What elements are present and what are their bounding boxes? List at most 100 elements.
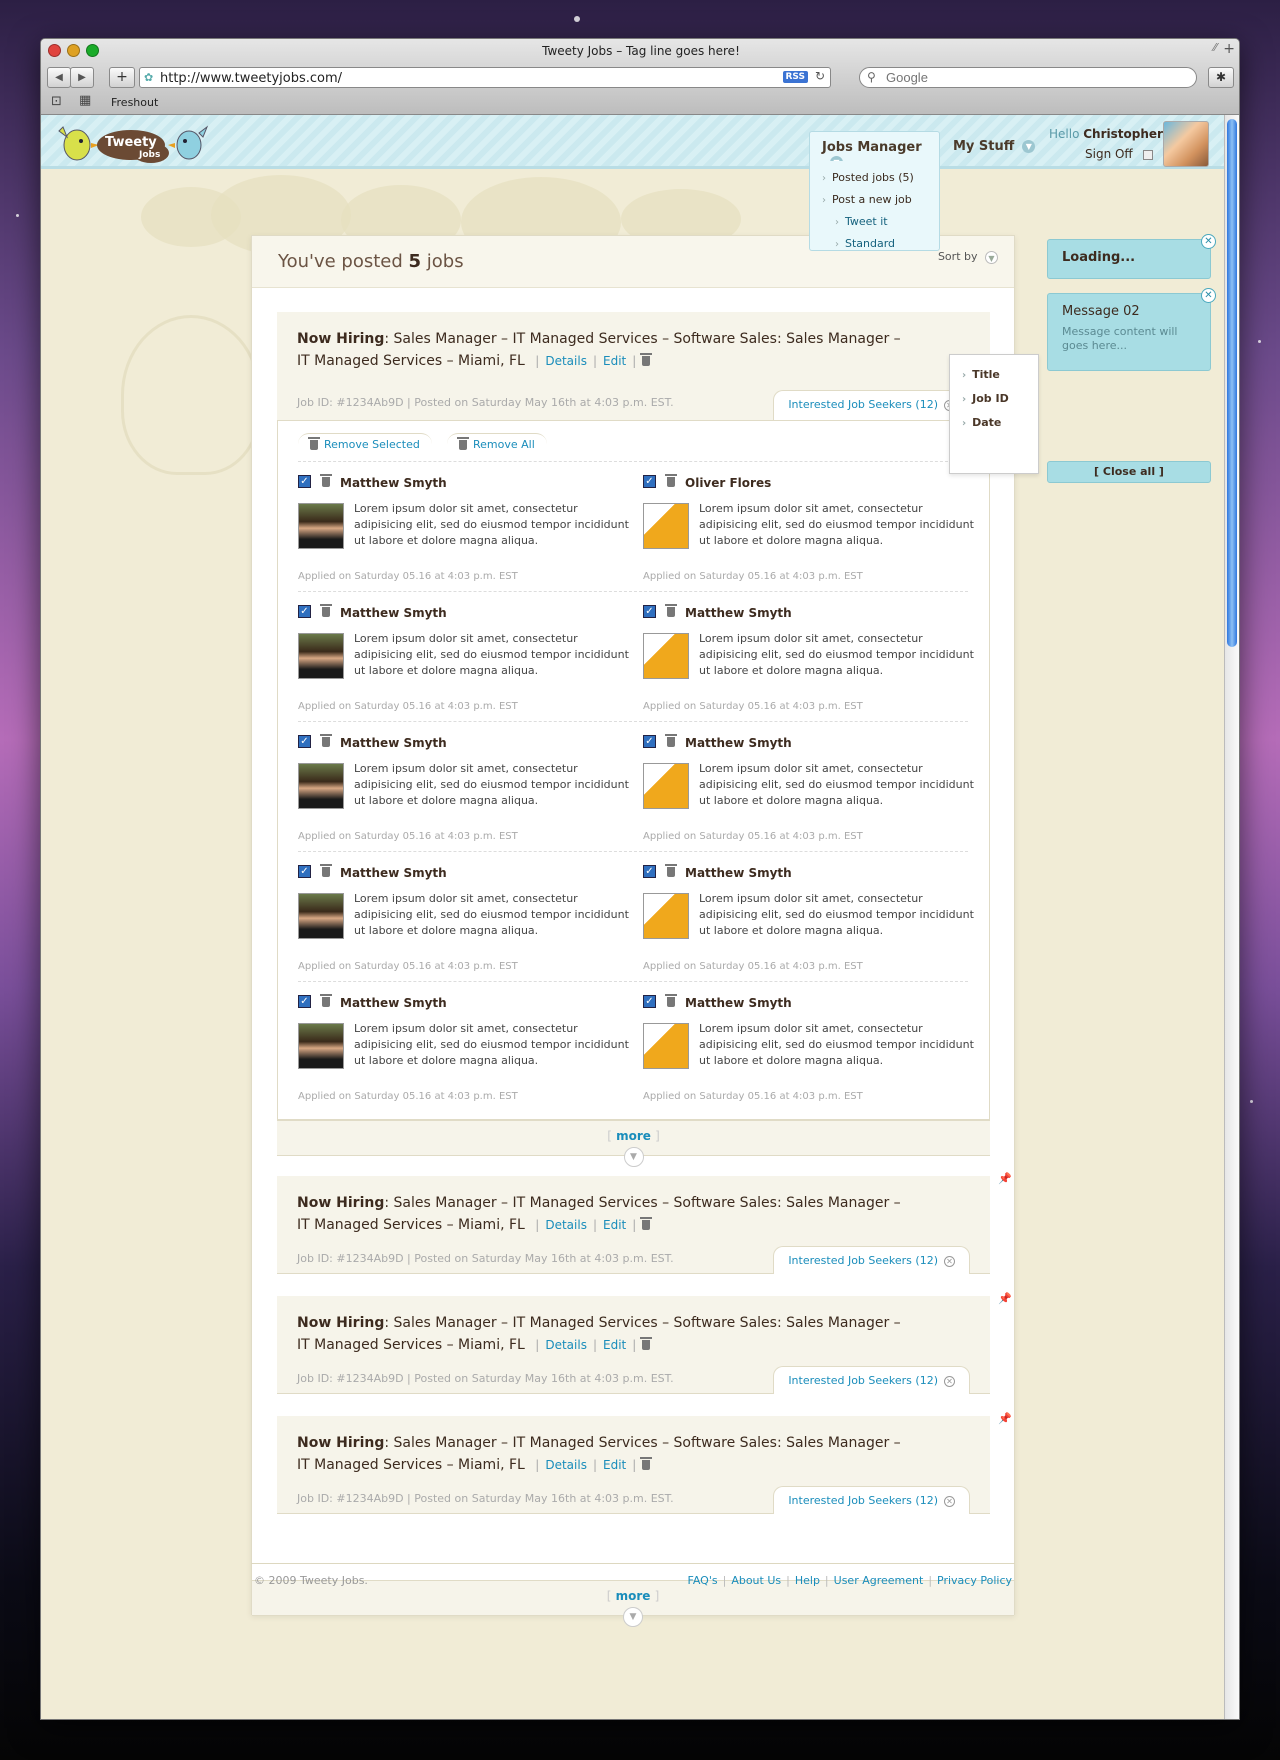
google-search-field[interactable]: ⚲ xyxy=(859,67,1197,88)
forward-button[interactable]: ▶ xyxy=(70,67,94,88)
footer-link-user-agreement[interactable]: User Agreement xyxy=(834,1574,924,1587)
chevron-down-icon[interactable]: ▼ xyxy=(623,1147,644,1167)
tweety-jobs-logo[interactable]: Tweety Jobs xyxy=(49,119,219,165)
seeker-name[interactable]: Matthew Smyth xyxy=(340,736,447,750)
select-checkbox[interactable]: ✓ xyxy=(643,865,656,878)
sign-off-link[interactable]: Sign Off xyxy=(1085,147,1153,161)
interested-seekers-tab[interactable]: Interested Job Seekers (12)✕ xyxy=(773,1486,970,1514)
seeker-avatar[interactable] xyxy=(298,633,344,679)
details-link[interactable]: Details xyxy=(545,1218,587,1232)
sort-by-control[interactable]: Sort by ▼ xyxy=(938,250,998,264)
footer-link-privacy[interactable]: Privacy Policy xyxy=(937,1574,1012,1587)
seeker-name[interactable]: Matthew Smyth xyxy=(340,866,447,880)
trash-icon[interactable] xyxy=(665,864,677,877)
seeker-avatar[interactable] xyxy=(643,503,689,549)
footer-link-faq[interactable]: FAQ's xyxy=(688,1574,718,1587)
select-checkbox[interactable]: ✓ xyxy=(643,995,656,1008)
trash-icon[interactable] xyxy=(640,353,653,366)
seeker-name[interactable]: Matthew Smyth xyxy=(340,476,447,490)
seeker-name[interactable]: Matthew Smyth xyxy=(340,606,447,620)
seeker-name[interactable]: Matthew Smyth xyxy=(340,996,447,1010)
select-checkbox[interactable]: ✓ xyxy=(643,605,656,618)
seeker-name[interactable]: Matthew Smyth xyxy=(685,606,792,620)
details-link[interactable]: Details xyxy=(545,1458,587,1472)
interested-seekers-tab[interactable]: Interested Job Seekers (12)✕ xyxy=(773,1246,970,1274)
scrollbar-thumb[interactable] xyxy=(1227,119,1237,647)
address-bar[interactable]: ✿ http://www.tweetyjobs.com/ RSS ↻ xyxy=(139,67,831,88)
trash-icon[interactable] xyxy=(320,604,332,617)
trash-icon[interactable] xyxy=(665,994,677,1007)
seeker-avatar[interactable] xyxy=(643,763,689,809)
seeker-avatar[interactable] xyxy=(298,1023,344,1069)
pin-icon[interactable]: 📌 xyxy=(998,1412,1012,1425)
user-avatar[interactable] xyxy=(1163,121,1209,167)
remove-all-button[interactable]: Remove All xyxy=(447,433,547,455)
remove-selected-button[interactable]: Remove Selected xyxy=(298,433,432,455)
select-checkbox[interactable]: ✓ xyxy=(643,735,656,748)
search-input[interactable] xyxy=(886,70,1176,85)
back-button[interactable]: ◀ xyxy=(47,67,71,88)
menu-item-posted-jobs[interactable]: › Posted jobs (5) xyxy=(822,167,939,189)
nav-my-stuff[interactable]: My Stuff ▼ xyxy=(941,131,1047,161)
trash-icon[interactable] xyxy=(320,994,332,1007)
seeker-name[interactable]: Matthew Smyth xyxy=(685,996,792,1010)
book-icon[interactable]: ⊡ xyxy=(51,94,62,109)
menu-item-post-new-job[interactable]: › Post a new job xyxy=(822,189,939,211)
sort-option-date[interactable]: › Date xyxy=(962,411,1038,435)
seeker-avatar[interactable] xyxy=(298,893,344,939)
seeker-name[interactable]: Matthew Smyth xyxy=(685,736,792,750)
seeker-avatar[interactable] xyxy=(298,763,344,809)
select-checkbox[interactable]: ✓ xyxy=(298,735,311,748)
close-notification-icon[interactable]: ✕ xyxy=(1201,288,1216,303)
details-link[interactable]: Details xyxy=(545,1338,587,1352)
trash-icon[interactable] xyxy=(640,1457,653,1470)
more-seekers-bar[interactable]: [ more ] ▼ xyxy=(277,1120,990,1167)
rss-button[interactable]: RSS xyxy=(782,71,808,83)
edit-link[interactable]: Edit xyxy=(603,354,626,368)
select-checkbox[interactable]: ✓ xyxy=(298,475,311,488)
grid-icon[interactable]: ▦ xyxy=(79,93,91,108)
add-bookmark-button[interactable]: + xyxy=(109,67,135,88)
bug-report-button[interactable]: ✱ xyxy=(1208,67,1234,88)
footer-link-help[interactable]: Help xyxy=(795,1574,820,1587)
select-checkbox[interactable]: ✓ xyxy=(298,605,311,618)
select-checkbox[interactable]: ✓ xyxy=(298,865,311,878)
footer-link-about[interactable]: About Us xyxy=(731,1574,781,1587)
sort-option-job-id[interactable]: › Job ID xyxy=(962,387,1038,411)
trash-icon[interactable] xyxy=(665,734,677,747)
seeker-name[interactable]: Matthew Smyth xyxy=(685,866,792,880)
seeker-avatar[interactable] xyxy=(643,633,689,679)
trash-icon[interactable] xyxy=(665,474,677,487)
interested-seekers-tab[interactable]: Interested Job Seekers (12)✕ xyxy=(773,1366,970,1394)
trash-icon[interactable] xyxy=(640,1217,653,1230)
sort-option-title[interactable]: › Title xyxy=(962,363,1038,387)
close-all-button[interactable]: [ Close all ] xyxy=(1047,461,1211,483)
seeker-avatar[interactable] xyxy=(643,1023,689,1069)
select-checkbox[interactable]: ✓ xyxy=(298,995,311,1008)
chevron-down-icon[interactable]: ▼ xyxy=(623,1607,643,1627)
nav-jobs-manager[interactable]: Jobs Manager▼ xyxy=(809,131,940,169)
reload-icon[interactable]: ↻ xyxy=(815,69,825,83)
trash-icon[interactable] xyxy=(320,474,332,487)
edit-link[interactable]: Edit xyxy=(603,1338,626,1352)
details-link[interactable]: Details xyxy=(545,354,587,368)
interested-seekers-tab[interactable]: Interested Job Seekers (12)✕ xyxy=(773,390,970,421)
seeker-name[interactable]: Oliver Flores xyxy=(685,476,771,490)
seeker-avatar[interactable] xyxy=(643,893,689,939)
select-checkbox[interactable]: ✓ xyxy=(643,475,656,488)
edit-link[interactable]: Edit xyxy=(603,1218,626,1232)
trash-icon[interactable] xyxy=(320,734,332,747)
trash-icon[interactable] xyxy=(320,864,332,877)
close-notification-icon[interactable]: ✕ xyxy=(1201,234,1216,249)
new-tab-button[interactable]: + xyxy=(1223,41,1235,57)
menu-item-standard[interactable]: › Standard xyxy=(822,233,939,255)
trash-icon[interactable] xyxy=(640,1337,653,1350)
pin-icon[interactable]: 📌 xyxy=(998,1172,1012,1185)
menu-item-tweet-it[interactable]: › Tweet it xyxy=(822,211,939,233)
bookmark-freshout[interactable]: Freshout xyxy=(111,96,158,109)
seeker-avatar[interactable] xyxy=(298,503,344,549)
pin-icon[interactable]: 📌 xyxy=(998,1292,1012,1305)
edit-link[interactable]: Edit xyxy=(603,1458,626,1472)
trash-icon[interactable] xyxy=(665,604,677,617)
vertical-scrollbar[interactable] xyxy=(1224,115,1239,1719)
